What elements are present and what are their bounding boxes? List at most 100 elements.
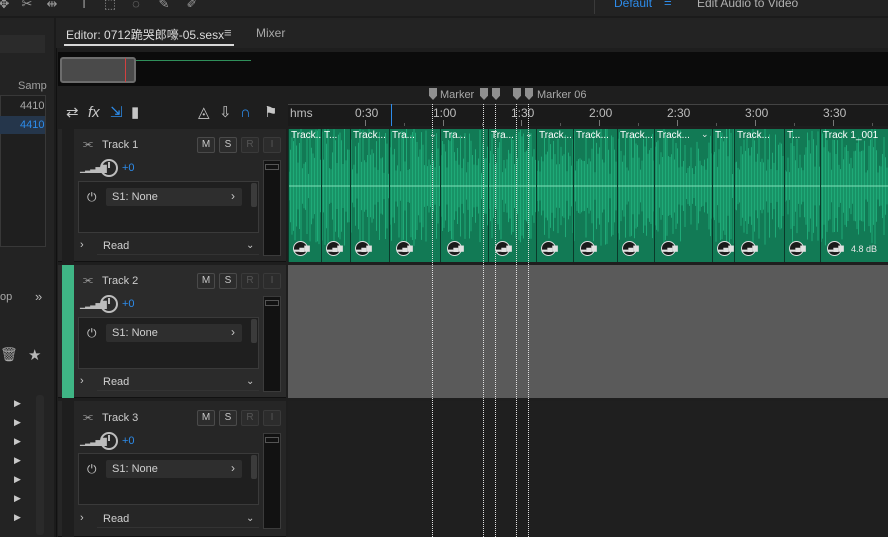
workspace-menu-icon[interactable]: = — [664, 0, 672, 10]
audio-clip[interactable]: T... ▂▄▆ — [712, 129, 734, 262]
power-icon[interactable]: ⏻ — [87, 462, 97, 477]
audio-clip[interactable]: Track... ▂▄▆ — [536, 129, 573, 262]
sends-icon[interactable]: ⇲ — [110, 104, 123, 122]
marker-pin-icon[interactable]: ⚑ — [264, 104, 277, 122]
power-icon[interactable]: ⏻ — [87, 326, 97, 341]
chevron-right-icon[interactable]: › — [80, 239, 84, 251]
expand-arrow-icon[interactable]: ▶ — [14, 417, 21, 428]
audio-clip[interactable]: Track... ▂▄▆ — [617, 129, 654, 262]
chevron-down-icon[interactable]: ⌄ — [246, 240, 254, 251]
clip-volume-icon[interactable]: ▂▄▆ — [622, 241, 639, 256]
expand-arrow-icon[interactable]: ▶ — [14, 493, 21, 504]
send-select[interactable]: S1: None — [106, 324, 242, 342]
clip-volume-icon[interactable]: ▂▄▆ — [580, 241, 597, 256]
audio-clip[interactable]: Track... ▂▄▆ — [350, 129, 389, 262]
time-selection-tool-icon[interactable]: I — [76, 0, 92, 11]
spot-healing-tool-icon[interactable]: ✐ — [184, 0, 200, 11]
automation-mode-select[interactable]: Read — [97, 510, 259, 528]
clip-volume-icon[interactable]: ▂▄▆ — [326, 241, 343, 256]
workspace-edit-audio-to-video[interactable]: Edit Audio to Video — [697, 0, 798, 10]
send-select[interactable]: S1: None — [106, 460, 242, 478]
marker-label[interactable]: Marker 06 — [537, 89, 587, 101]
star-icon[interactable]: ★ — [28, 346, 41, 364]
automation-mode-select[interactable]: Read — [97, 237, 259, 255]
audio-clip[interactable]: T... ▂▄▆ — [321, 129, 350, 262]
inputs-outputs-icon[interactable]: ⇄ — [66, 104, 79, 122]
volume-knob[interactable] — [100, 159, 118, 177]
audio-clip[interactable]: Track... ▂▄▆ ⌄ — [654, 129, 712, 262]
trash-icon[interactable]: 🗑 — [0, 346, 18, 363]
slip-tool-icon[interactable]: ⇹ — [44, 0, 60, 11]
send-rack-scrollbar[interactable] — [251, 319, 257, 343]
expand-arrow-icon[interactable]: ▶ — [14, 455, 21, 466]
chevron-right-icon[interactable]: › — [80, 512, 84, 524]
arm-record-button[interactable]: R — [241, 273, 259, 289]
solo-button[interactable]: S — [219, 410, 237, 426]
chevron-right-icon[interactable]: › — [231, 189, 235, 203]
volume-value[interactable]: +0 — [122, 162, 135, 174]
chevron-right-icon[interactable]: › — [231, 461, 235, 475]
panel-expand-icon[interactable]: » — [35, 289, 42, 304]
audio-clip[interactable]: Tra... ▂▄▆ — [440, 129, 488, 262]
chevron-down-icon[interactable]: ⌄ — [246, 513, 254, 524]
cue-icon[interactable]: ⇩ — [219, 104, 232, 122]
send-rack-scrollbar[interactable] — [251, 183, 257, 207]
power-icon[interactable]: ⏻ — [87, 190, 97, 205]
brush-tool-icon[interactable]: ✎ — [156, 0, 172, 11]
send-rack-scrollbar[interactable] — [251, 455, 257, 479]
clip-volume-icon[interactable]: ▂▄▆ — [293, 241, 310, 256]
files-search-field[interactable] — [0, 35, 45, 53]
mute-button[interactable]: M — [197, 273, 215, 289]
arm-record-button[interactable]: R — [241, 137, 259, 153]
send-select[interactable]: S1: None — [106, 188, 242, 206]
tab-mixer[interactable]: Mixer — [256, 26, 285, 40]
metronome-icon[interactable]: ◬ — [198, 104, 210, 122]
audio-clip[interactable]: T... ▂▄▆ — [784, 129, 820, 262]
clip-volume-icon[interactable]: ▂▄▆ — [717, 241, 734, 256]
volume-value[interactable]: +0 — [122, 298, 135, 310]
sample-rate-column-header[interactable]: Samp — [18, 80, 47, 92]
monitor-input-button[interactable]: I — [263, 410, 281, 426]
chevron-down-icon[interactable]: ⌄ — [701, 129, 709, 140]
expand-arrow-icon[interactable]: ▶ — [14, 512, 21, 523]
clip-volume-icon[interactable]: ▂▄▆ — [541, 241, 558, 256]
lasso-tool-icon[interactable]: ◌ — [128, 0, 144, 11]
clip-volume-icon[interactable]: ▂▄▆ — [396, 241, 413, 256]
snap-magnet-icon[interactable]: ∩ — [240, 104, 251, 122]
clip-volume-icon[interactable]: ▂▄▆ — [827, 241, 844, 256]
marker-label[interactable]: Marker — [440, 89, 474, 101]
session-overview[interactable] — [58, 52, 888, 86]
track-name[interactable]: Track 1 — [102, 139, 138, 151]
mute-button[interactable]: M — [197, 410, 215, 426]
audio-clip[interactable]: Track 1_001 ▂▄▆ 4.8 dB — [820, 129, 888, 262]
track-2-clip-lane[interactable] — [288, 265, 888, 398]
mute-button[interactable]: M — [197, 137, 215, 153]
clip-volume-icon[interactable]: ▂▄▆ — [495, 241, 512, 256]
clip-volume-icon[interactable]: ▂▄▆ — [741, 241, 758, 256]
marquee-tool-icon[interactable]: ⬚ — [102, 0, 118, 11]
tab-editor[interactable]: Editor: 0712跪哭郎嚎-05.sesx — [66, 26, 224, 43]
monitor-input-button[interactable]: I — [263, 137, 281, 153]
solo-button[interactable]: S — [219, 273, 237, 289]
automation-mode-select[interactable]: Read — [97, 373, 259, 391]
expand-arrow-icon[interactable]: ▶ — [14, 474, 21, 485]
files-scrollbar[interactable] — [36, 395, 44, 535]
chevron-right-icon[interactable]: › — [231, 325, 235, 339]
move-tool-icon[interactable]: ✥ — [0, 0, 12, 11]
expand-arrow-icon[interactable]: ▶ — [14, 436, 21, 447]
track-name[interactable]: Track 2 — [102, 275, 138, 287]
audio-clip[interactable]: Track... ▂▄▆ — [734, 129, 784, 262]
volume-knob[interactable] — [100, 295, 118, 313]
razor-tool-icon[interactable]: ✂ — [19, 0, 35, 11]
track-name[interactable]: Track 3 — [102, 412, 138, 424]
monitor-input-button[interactable]: I — [263, 273, 281, 289]
audio-clip[interactable]: Track... ▂▄▆ — [573, 129, 617, 262]
clip-volume-icon[interactable]: ▂▄▆ — [661, 241, 678, 256]
audio-clip[interactable]: Track... ▂▄▆ — [288, 129, 321, 262]
volume-value[interactable]: +0 — [122, 435, 135, 447]
volume-knob[interactable] — [100, 432, 118, 450]
effects-fx-icon[interactable]: fx — [88, 104, 100, 122]
chevron-down-icon[interactable]: ⌄ — [246, 376, 254, 387]
clip-volume-icon[interactable]: ▂▄▆ — [789, 241, 806, 256]
expand-arrow-icon[interactable]: ▶ — [14, 398, 21, 409]
